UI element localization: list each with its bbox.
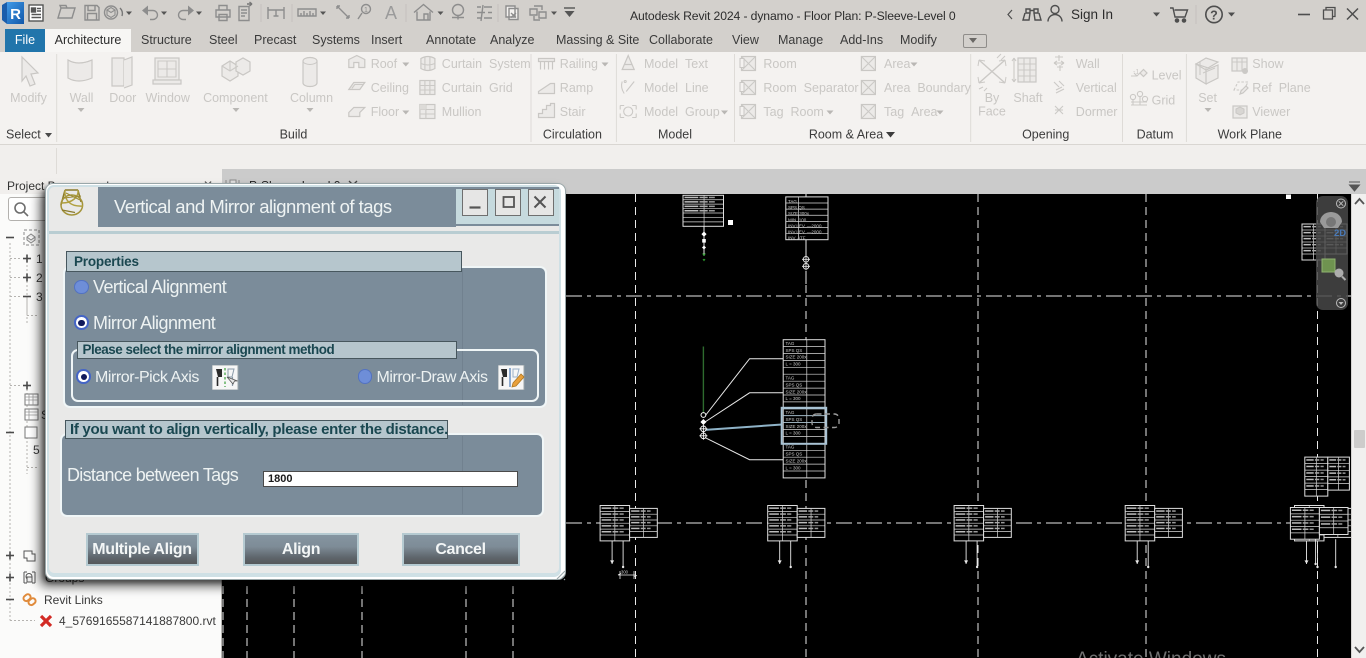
svg-text:Opening: Opening <box>1022 128 1069 142</box>
svg-text:Sign In: Sign In <box>1071 7 1113 22</box>
svg-text:SIZE 200x: SIZE 200x <box>786 424 808 429</box>
svg-text:TAG: TAG <box>788 199 797 204</box>
svg-text:Build: Build <box>280 128 308 142</box>
svg-text:SIZE 200x: SIZE 200x <box>786 355 808 360</box>
svg-text:Wall: Wall <box>1076 57 1100 71</box>
svg-text:Door: Door <box>109 91 136 105</box>
svg-text:3: 3 <box>36 290 43 304</box>
svg-text:Model Text: Model Text <box>644 57 708 71</box>
svg-text:Window: Window <box>145 91 190 105</box>
svg-text:SIZE 200x: SIZE 200x <box>786 458 808 463</box>
svg-text:Work Plane: Work Plane <box>1218 128 1282 142</box>
svg-text:L = 300: L = 300 <box>786 362 801 367</box>
svg-text:Set: Set <box>1198 91 1217 105</box>
svg-text:?: ? <box>1210 9 1218 23</box>
svg-text:Room: Room <box>763 57 796 71</box>
svg-text:SPS QS: SPS QS <box>786 417 803 422</box>
svg-text:Datum: Datum <box>1137 128 1174 142</box>
svg-text:SPS QS: SPS QS <box>786 452 803 457</box>
svg-text:TAG: TAG <box>786 410 795 415</box>
svg-text:1: 1 <box>36 252 43 266</box>
svg-text:Room & Area: Room & Area <box>809 128 883 142</box>
svg-text:SPS QS: SPS QS <box>786 382 803 387</box>
svg-text:Level: Level <box>1152 69 1182 83</box>
svg-text:R: R <box>10 6 21 23</box>
svg-text:Floor: Floor <box>371 105 399 119</box>
svg-text:Curtain Grid: Curtain Grid <box>442 81 513 95</box>
svg-text:1: 1 <box>364 7 368 14</box>
svg-text:Column: Column <box>290 91 333 105</box>
svg-text:Area Boundary: Area Boundary <box>884 81 972 95</box>
svg-text:L = 300: L = 300 <box>786 465 801 470</box>
svg-text:MIN. 100: MIN. 100 <box>788 217 807 222</box>
svg-text:Model: Model <box>658 128 692 142</box>
svg-text:TAG: TAG <box>786 376 795 381</box>
svg-text:Roof: Roof <box>371 57 398 71</box>
svg-text:Face: Face <box>978 105 1006 119</box>
svg-text:-1: -1 <box>1133 69 1139 76</box>
svg-text:TAG: TAG <box>786 341 795 346</box>
svg-text:SPS QS: SPS QS <box>788 205 805 210</box>
svg-text:Ref Plane: Ref Plane <box>1252 81 1310 95</box>
svg-text:Ramp: Ramp <box>560 81 593 95</box>
svg-text:Railing: Railing <box>560 57 598 71</box>
svg-text:Shaft: Shaft <box>1013 91 1043 105</box>
svg-text:Viewer: Viewer <box>1252 105 1290 119</box>
svg-text:300: 300 <box>621 570 629 575</box>
svg-text:Vertical: Vertical <box>1076 81 1117 95</box>
svg-text:2D: 2D <box>1334 228 1346 239</box>
svg-text:Grid: Grid <box>1152 93 1176 107</box>
svg-text:INV. ATF: INV. ATF <box>788 235 806 240</box>
svg-text:Tag Area: Tag Area <box>884 105 938 119</box>
svg-text:Revit Links: Revit Links <box>44 593 103 607</box>
svg-text:Circulation: Circulation <box>543 128 602 142</box>
svg-text:Curtain System: Curtain System <box>442 57 531 71</box>
svg-text:A: A <box>385 3 397 23</box>
svg-text:Activate Windows: Activate Windows <box>1076 649 1226 658</box>
svg-text:SPS QS: SPS QS <box>786 348 803 353</box>
svg-text:Mullion: Mullion <box>442 105 482 119</box>
svg-text:SIZE 300x: SIZE 300x <box>788 211 810 216</box>
svg-text:Model Line: Model Line <box>644 81 709 95</box>
svg-text:Modify: Modify <box>10 91 48 105</box>
svg-text:4_5769165587141887800.rvt: 4_5769165587141887800.rvt <box>59 614 216 628</box>
svg-text:SIZE 200x: SIZE 200x <box>786 389 808 394</box>
svg-text:By: By <box>985 91 1000 105</box>
svg-text:Ceiling: Ceiling <box>371 81 409 95</box>
svg-text:Room Separator: Room Separator <box>763 81 858 95</box>
svg-text:Dormer: Dormer <box>1076 105 1118 119</box>
svg-text:Model Group: Model Group <box>644 105 720 119</box>
svg-text:INV.LEV. —2000: INV.LEV. —2000 <box>788 223 822 228</box>
svg-text:5: 5 <box>33 443 40 457</box>
svg-text:TAG: TAG <box>786 445 795 450</box>
svg-text:Show: Show <box>1252 57 1284 71</box>
svg-text:Stair: Stair <box>560 105 586 119</box>
svg-text:Tag Room: Tag Room <box>763 105 823 119</box>
svg-text:Wall: Wall <box>70 91 94 105</box>
svg-text:Select: Select <box>6 128 41 142</box>
svg-text:INV.LEV. —2000: INV.LEV. —2000 <box>788 230 822 235</box>
svg-text:2: 2 <box>36 271 43 285</box>
svg-text:L = 300: L = 300 <box>786 431 801 436</box>
svg-text:Component: Component <box>203 91 268 105</box>
svg-text:Area: Area <box>884 57 910 71</box>
svg-text:L = 300: L = 300 <box>786 396 801 401</box>
